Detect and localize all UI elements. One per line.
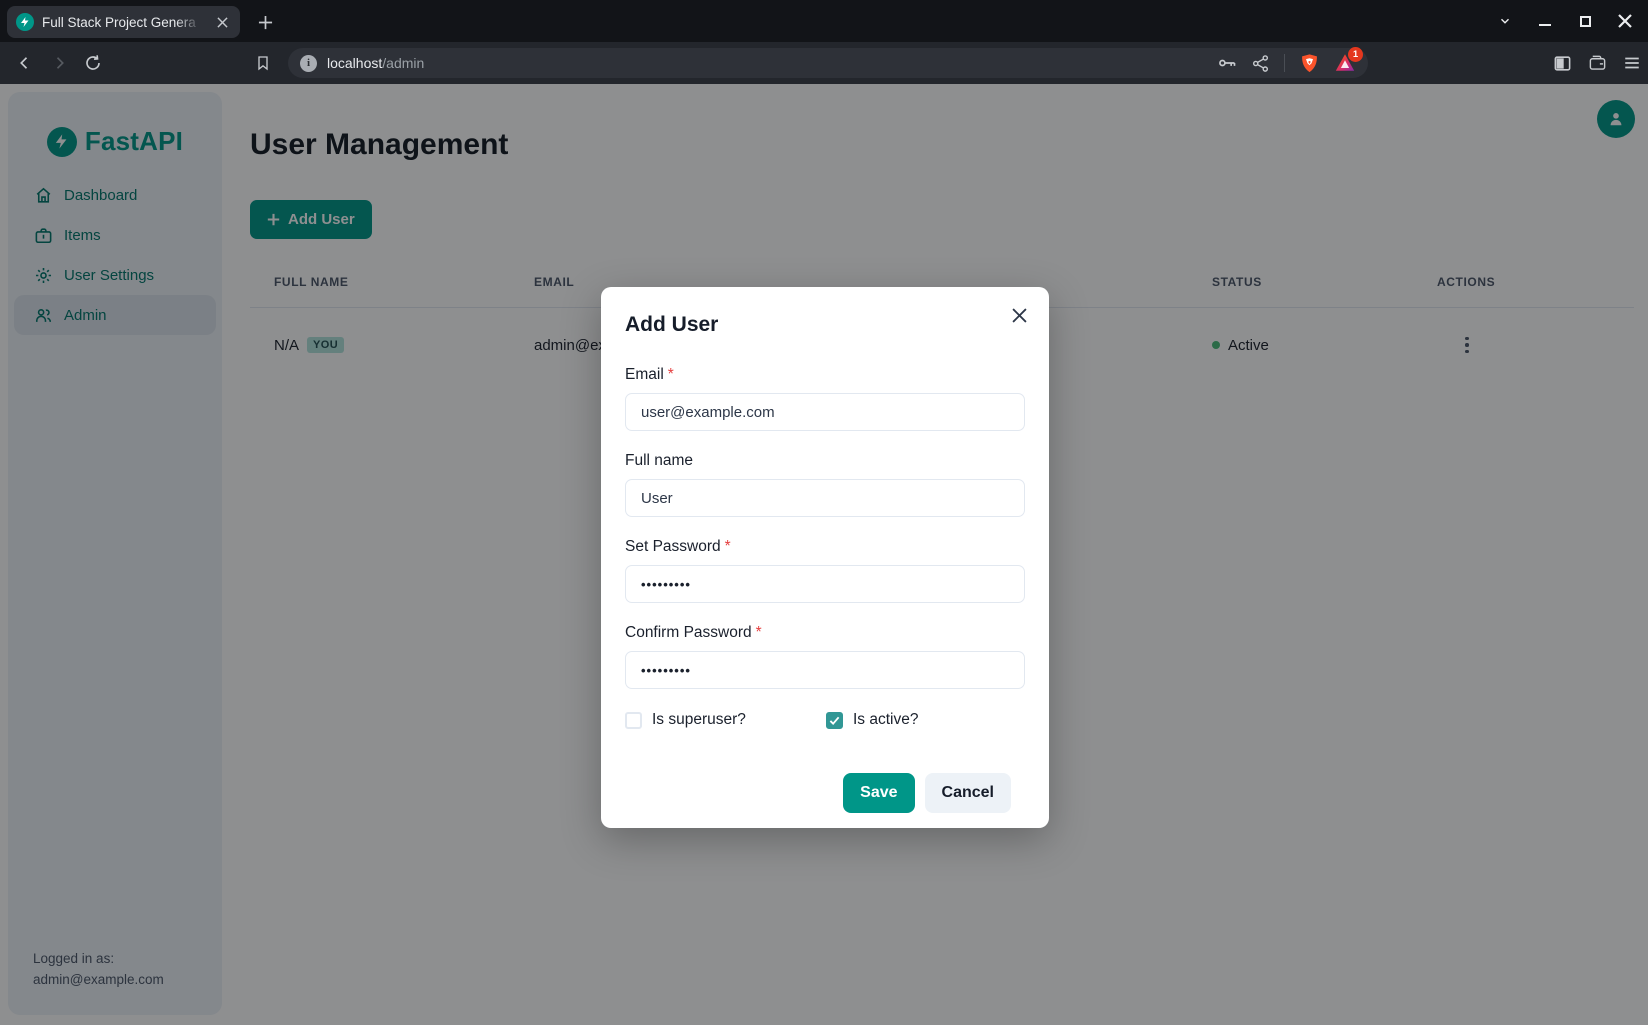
full-name-label: Full name <box>625 452 1025 470</box>
is-superuser-checkbox[interactable]: Is superuser? <box>625 711 826 729</box>
set-password-field[interactable] <box>625 565 1025 603</box>
set-password-label: Set Password* <box>625 538 1025 556</box>
url-text: localhost/admin <box>327 55 424 71</box>
confirm-password-label: Confirm Password* <box>625 624 1025 642</box>
site-info-icon[interactable]: i <box>300 55 317 72</box>
share-icon[interactable] <box>1251 54 1270 73</box>
required-asterisk: * <box>725 538 731 555</box>
fastapi-favicon-icon <box>16 13 34 31</box>
full-name-field[interactable] <box>625 479 1025 517</box>
brave-shield-icon[interactable] <box>1299 53 1320 74</box>
checkbox-unchecked-icon <box>625 712 642 729</box>
checkbox-row: Is superuser? Is active? <box>625 711 1025 729</box>
required-asterisk: * <box>668 366 674 383</box>
is-active-checkbox[interactable]: Is active? <box>826 711 918 729</box>
minimize-button[interactable] <box>1532 8 1558 34</box>
url-path: /admin <box>382 55 424 71</box>
back-button[interactable] <box>12 50 38 76</box>
is-active-label: Is active? <box>853 711 918 729</box>
browser-tab[interactable]: Full Stack Project Genera <box>7 6 240 38</box>
password-key-icon[interactable] <box>1217 53 1237 73</box>
required-asterisk: * <box>756 624 762 641</box>
page-viewport: FastAPI Dashboard Items User Settings <box>0 84 1648 1025</box>
add-user-modal: Add User Email* Full name Set Password* … <box>601 287 1049 828</box>
modal-close-icon[interactable] <box>1004 300 1034 330</box>
confirm-password-field[interactable] <box>625 651 1025 689</box>
email-field[interactable] <box>625 393 1025 431</box>
window-controls <box>1492 0 1638 42</box>
url-host: localhost <box>327 55 382 71</box>
modal-button-row: Save Cancel <box>625 773 1025 813</box>
rewards-badge: 1 <box>1348 47 1363 62</box>
email-label: Email* <box>625 366 1025 384</box>
full-name-field-group: Full name <box>625 452 1025 517</box>
wallet-icon[interactable] <box>1584 50 1610 76</box>
brave-rewards-icon[interactable]: 1 <box>1334 52 1356 74</box>
modal-title: Add User <box>625 313 1025 337</box>
save-button[interactable]: Save <box>843 773 914 813</box>
reload-button[interactable] <box>80 50 106 76</box>
sidebar-panel-icon[interactable] <box>1549 50 1575 76</box>
set-password-field-group: Set Password* <box>625 538 1025 603</box>
browser-titlebar: Full Stack Project Genera <box>0 0 1648 42</box>
is-superuser-label: Is superuser? <box>652 711 746 729</box>
urlbar-divider <box>1284 54 1285 72</box>
tab-close-icon[interactable] <box>213 13 231 31</box>
url-bar[interactable]: i localhost/admin 1 <box>288 48 1368 78</box>
browser-toolbar: i localhost/admin 1 <box>0 42 1648 84</box>
forward-button[interactable] <box>46 50 72 76</box>
checkbox-checked-icon <box>826 712 843 729</box>
tab-search-chevron-icon[interactable] <box>1492 8 1518 34</box>
cancel-button[interactable]: Cancel <box>925 773 1011 813</box>
close-window-button[interactable] <box>1612 8 1638 34</box>
menu-hamburger-icon[interactable] <box>1619 50 1645 76</box>
new-tab-button[interactable] <box>252 9 278 35</box>
tab-title: Full Stack Project Genera <box>42 15 205 30</box>
bookmark-icon[interactable] <box>250 50 276 76</box>
maximize-button[interactable] <box>1572 8 1598 34</box>
email-field-group: Email* <box>625 366 1025 431</box>
confirm-password-field-group: Confirm Password* <box>625 624 1025 689</box>
